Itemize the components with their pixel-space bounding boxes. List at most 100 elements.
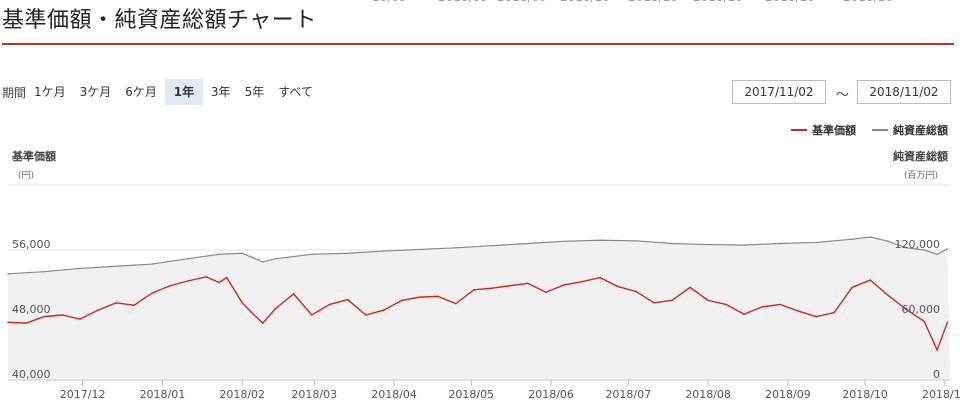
nav-point <box>364 314 367 316</box>
assets-point <box>79 267 81 270</box>
right-tick-label: 60,000 <box>902 303 941 316</box>
assets-point <box>310 253 313 256</box>
assets-point <box>887 240 890 243</box>
assets-point <box>936 253 938 256</box>
nav-point <box>869 279 872 281</box>
nav-point <box>635 290 637 293</box>
nav-point <box>151 292 153 294</box>
nav-point <box>241 302 244 304</box>
nav-point <box>617 285 619 288</box>
nav-point <box>923 320 926 323</box>
nav-point <box>509 284 511 287</box>
x-tick-label: 2017/12 <box>60 388 106 401</box>
assets-point <box>671 242 673 245</box>
nav-point <box>527 282 529 285</box>
nav-point <box>599 276 601 279</box>
x-tick-label: 2018/03 <box>291 388 337 401</box>
right-tick-label: 0 <box>933 368 940 381</box>
nav-point <box>400 299 403 302</box>
nav-point <box>97 309 99 311</box>
nav-point <box>581 280 583 283</box>
nav-point <box>419 296 421 298</box>
nav-point <box>7 321 9 324</box>
assets-area <box>8 237 950 380</box>
price-chart: 40,000 48,000 56,000 0 60,000 120,000 2017/12 2… <box>7 184 960 401</box>
nav-point <box>79 318 81 320</box>
nav-point <box>455 302 457 305</box>
assets-point <box>419 248 421 251</box>
nav-point <box>653 302 655 304</box>
nav-point <box>382 309 385 311</box>
x-tick-label: 2018/01 <box>140 388 186 401</box>
x-tick-label: 2018/11 <box>922 388 960 401</box>
assets-point <box>274 257 277 260</box>
nav-point <box>797 310 799 312</box>
nav-point <box>545 291 547 294</box>
nav-point <box>563 284 565 286</box>
chart-page: 10/092018/092018/092018/102018/102018/10… <box>0 0 960 409</box>
assets-point <box>43 270 45 273</box>
x-tick-label: 2018/08 <box>685 388 731 401</box>
assets-point <box>527 242 529 245</box>
assets-point <box>115 265 117 268</box>
assets-point <box>743 244 745 246</box>
assets-point <box>851 238 853 240</box>
nav-point <box>274 307 277 310</box>
nav-point <box>491 287 493 289</box>
assets-point <box>241 252 244 255</box>
assets-point <box>815 241 817 244</box>
nav-point <box>725 303 727 306</box>
assets-point <box>869 236 872 238</box>
nav-point <box>328 303 331 306</box>
nav-point <box>779 303 781 306</box>
x-tick-label: 2018/06 <box>528 388 574 401</box>
nav-point <box>815 315 817 318</box>
x-tick-label: 2018/07 <box>605 388 651 401</box>
assets-point <box>946 248 949 250</box>
nav-point <box>671 299 673 302</box>
assets-point <box>707 243 709 246</box>
assets-point <box>491 244 493 247</box>
nav-point <box>761 306 763 308</box>
x-tick-label: 2018/10 <box>842 388 888 401</box>
nav-point <box>218 281 220 284</box>
assets-point <box>151 263 153 265</box>
nav-point <box>707 299 709 302</box>
nav-point <box>262 322 264 324</box>
nav-point <box>473 289 475 291</box>
nav-point <box>936 349 938 351</box>
nav-point <box>292 293 295 295</box>
assets-point <box>262 261 264 263</box>
left-tick-label: 40,000 <box>12 368 51 381</box>
nav-point <box>310 314 313 316</box>
assets-point <box>251 256 254 259</box>
assets-point <box>218 253 220 256</box>
nav-point <box>61 314 63 316</box>
left-tick-label: 48,000 <box>12 303 51 316</box>
nav-point <box>25 322 27 324</box>
x-tick-label: 2018/02 <box>219 388 265 401</box>
nav-point <box>689 286 691 289</box>
assets-point <box>455 247 457 249</box>
nav-point <box>743 313 745 315</box>
assets-point <box>346 252 349 255</box>
nav-point <box>437 295 439 298</box>
left-tick-label: 56,000 <box>12 238 51 251</box>
nav-point <box>346 298 349 301</box>
nav-point <box>887 294 890 297</box>
nav-point <box>851 286 853 289</box>
assets-point <box>7 273 9 275</box>
right-tick-label: 120,000 <box>895 238 941 251</box>
x-tick-label: 2018/09 <box>765 388 811 401</box>
x-tick-label: 2018/04 <box>371 388 417 401</box>
assets-point <box>599 239 601 242</box>
nav-point <box>205 276 207 278</box>
assets-point <box>382 250 385 252</box>
nav-point <box>187 280 189 282</box>
nav-point <box>946 321 949 324</box>
assets-point <box>187 257 189 260</box>
nav-point <box>833 311 835 314</box>
assets-point <box>779 242 781 245</box>
nav-point <box>133 304 135 307</box>
nav-point <box>43 315 45 318</box>
